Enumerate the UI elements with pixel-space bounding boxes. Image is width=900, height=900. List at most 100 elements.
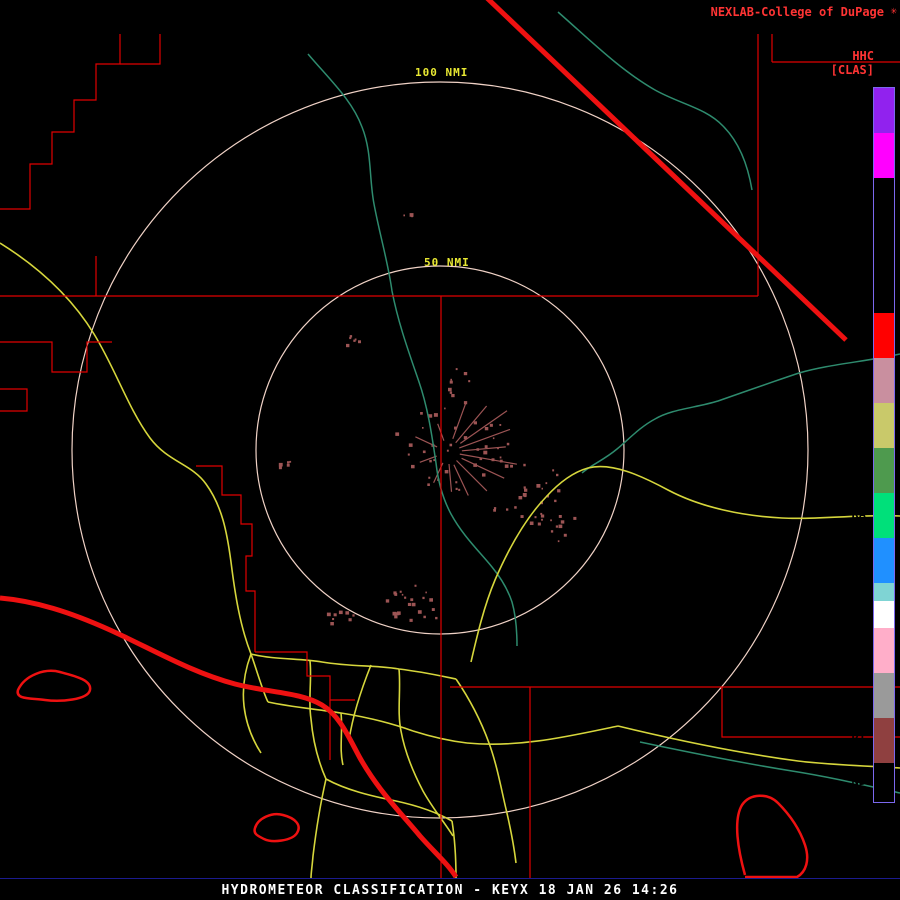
radar-echo [523,464,525,467]
caption-bar: HYDROMETEOR CLASSIFICATION - KEYX 18 JAN… [0,878,900,900]
radar-echo [429,598,433,602]
radar-echo [455,481,457,483]
county-line [0,389,27,411]
radar-echo [468,380,470,382]
road [251,654,268,702]
radar-echo [524,486,526,488]
radar-echo [327,613,331,617]
county-line [0,342,112,372]
radar-echo [524,489,527,492]
legend-label-GC: GC [852,687,866,701]
road [413,731,467,743]
radar-echo [552,469,554,471]
radar-echo [445,470,449,473]
legend-seg-BI [874,718,894,763]
radar-echo [434,413,438,417]
product-mode: [CLAS] [831,63,874,77]
radar-echo [483,451,487,455]
radar-echo-spoke [456,406,487,443]
roads [0,243,900,878]
radar-echo [521,515,524,518]
radar-echo [573,517,576,520]
radar-echo [279,466,282,469]
radar-echo [395,432,399,436]
radar-echo [541,515,544,518]
radar-echo [352,614,354,616]
radar-echo [556,474,558,476]
road [311,779,326,878]
radar-echo [429,460,432,463]
radar-echo [332,618,334,620]
radar-echo [394,615,397,618]
road [399,669,453,836]
legend-seg-HA [874,313,894,358]
rivers [308,12,900,793]
legend-label-IC: IC [852,642,866,656]
radar-echo [396,612,399,615]
radar-echo [541,519,543,521]
radar-echo-spoke [462,447,506,451]
radar-echo [410,213,414,217]
interstate [487,0,846,340]
radar-echo [353,340,355,342]
legend-label-RA: RA [852,507,866,521]
range-rings [72,82,808,818]
county-line [120,34,160,64]
radar-echo [450,379,452,381]
radar-echo [287,464,290,467]
road [467,726,618,744]
radar-echo [435,617,437,619]
radar-echo [411,465,415,468]
legend-label-GR: GR [852,372,866,386]
radar-echo [482,473,486,476]
legend-seg-IC [874,628,894,673]
legend-labels: RFUKHAGRBDHRRAWSDSICGCBIND [838,87,868,801]
radar-echo [290,461,292,463]
radar-echo [412,603,416,607]
radar-echo [456,488,458,490]
radar-echo [451,394,454,397]
radar-echo [425,592,427,594]
legend-label-RF: RF [852,102,866,116]
radar-echo [450,381,453,384]
radar-echo [403,215,405,217]
radar-echo [506,508,508,510]
cod-logo-icon: ✳ [890,4,897,17]
county-lines [0,34,900,878]
radar-echo [519,496,523,499]
radar-echo [339,611,343,615]
radar-echo [456,368,458,370]
radar-echo-spoke [460,454,517,464]
road [251,654,456,679]
radar-echo [408,603,411,606]
legend-label-UK: UK [852,147,866,161]
legend-seg-WS [874,538,894,583]
radar-echo [358,340,361,343]
radar-echo [546,482,548,484]
radar-echo [535,516,537,518]
radar-echo [386,599,389,602]
radar-echo [493,509,496,512]
radar-echo [423,616,426,619]
legend-label-BI: BI [852,732,866,746]
radar-echo [554,500,556,502]
radar-echo [550,519,552,521]
river [308,54,517,646]
radar-echo [485,427,489,430]
radar-echo [415,585,417,587]
radar-echo [345,611,349,614]
radar-echoes [279,213,577,625]
radar-echo [432,608,435,611]
road [349,665,371,740]
interstate [0,598,456,877]
road [243,654,261,753]
radar-echo [559,525,563,529]
radar-echo [334,613,337,616]
radar-echo [422,427,424,429]
legend-seg-UK [874,133,894,178]
radar-echo [557,489,560,492]
legend-seg-BD [874,403,894,448]
county-line [0,34,120,209]
radar-echo [474,421,477,424]
radar-echo [394,593,397,596]
